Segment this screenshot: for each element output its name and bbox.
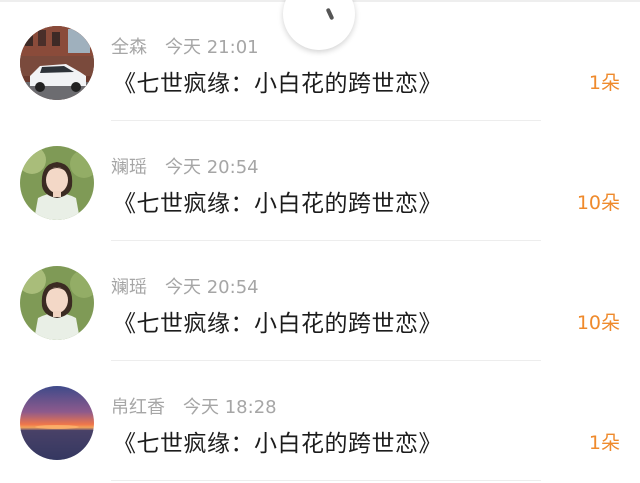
girl-avatar-icon [20, 266, 94, 340]
list-item[interactable]: 斓瑶 今天 20:54 《七世疯缘：小白花的跨世恋》 10朵 [0, 240, 640, 361]
record-meta: 斓瑶 今天 20:54 [111, 273, 259, 298]
book-title[interactable]: 《七世疯缘：小白花的跨世恋》 [113, 64, 442, 98]
row-divider [111, 480, 541, 481]
car-avatar-icon [20, 26, 94, 100]
record-meta: 帛红香 今天 18:28 [111, 393, 277, 418]
gift-records-page: 全森 今天 21:01 《七世疯缘：小白花的跨世恋》 1朵 斓瑶 今天 20:5… [0, 0, 640, 483]
sunset-avatar-icon [20, 386, 94, 460]
timestamp: 今天 18:28 [183, 397, 277, 418]
timestamp: 今天 20:54 [165, 157, 259, 178]
avatar[interactable] [20, 26, 94, 100]
list-item[interactable]: 帛红香 今天 18:28 《七世疯缘：小白花的跨世恋》 1朵 [0, 360, 640, 481]
gift-amount: 10朵 [576, 192, 620, 214]
list-item[interactable]: 斓瑶 今天 20:54 《七世疯缘：小白花的跨世恋》 10朵 [0, 120, 640, 241]
gift-amount: 1朵 [588, 432, 620, 454]
girl-avatar-icon [20, 146, 94, 220]
sender-name: 帛红香 [111, 397, 165, 418]
gift-record-list: 全森 今天 21:01 《七世疯缘：小白花的跨世恋》 1朵 斓瑶 今天 20:5… [0, 0, 640, 481]
gift-amount: 10朵 [576, 312, 620, 334]
timestamp: 今天 20:54 [165, 277, 259, 298]
book-title[interactable]: 《七世疯缘：小白花的跨世恋》 [113, 304, 442, 338]
avatar[interactable] [20, 146, 94, 220]
timestamp: 今天 21:01 [165, 37, 259, 58]
record-meta: 斓瑶 今天 20:54 [111, 153, 259, 178]
gift-amount: 1朵 [588, 72, 620, 94]
avatar[interactable] [20, 266, 94, 340]
sender-name: 斓瑶 [111, 157, 147, 178]
spinner-arc [325, 7, 335, 21]
record-meta: 全森 今天 21:01 [111, 33, 259, 58]
avatar[interactable] [20, 386, 94, 460]
sender-name: 全森 [111, 37, 147, 58]
book-title[interactable]: 《七世疯缘：小白花的跨世恋》 [113, 184, 442, 218]
book-title[interactable]: 《七世疯缘：小白花的跨世恋》 [113, 424, 442, 458]
sender-name: 斓瑶 [111, 277, 147, 298]
